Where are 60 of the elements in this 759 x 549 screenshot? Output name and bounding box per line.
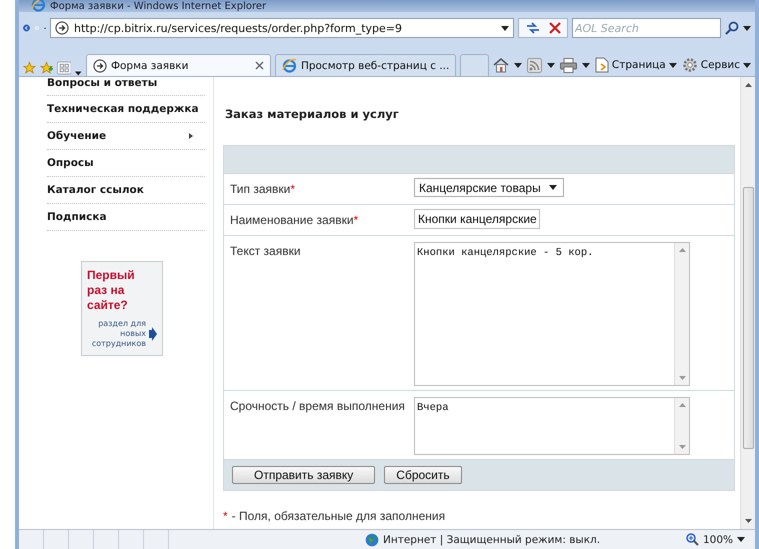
page-menu-icon: [594, 57, 609, 73]
new-employee-banner[interactable]: Первый раз на сайте? раздел для новых сотрудников: [81, 261, 163, 356]
sidebar-item[interactable]: Каталог ссылок: [47, 177, 205, 204]
page-icon: [55, 21, 69, 35]
url-text: http://cp.bitrix.ru/services/requests/order.php?form_type=9: [74, 22, 403, 34]
arrow-icon: [149, 327, 157, 341]
home-icon[interactable]: [492, 57, 509, 73]
field-label: Текст заявки: [229, 243, 302, 260]
zoom-icon: [686, 533, 699, 546]
caret-icon[interactable]: [582, 62, 590, 68]
search-icon[interactable]: [725, 21, 739, 35]
ie-page-icon: [31, 0, 46, 12]
security-zone-text: Интернет | Защищенный режим: выкл.: [383, 534, 600, 546]
refresh-icon[interactable]: [525, 21, 541, 35]
dropdown-field[interactable]: Канцелярские товары: [414, 178, 564, 197]
banner-text: раздел для новых сотрудников: [90, 319, 146, 349]
address-field[interactable]: http://cp.bitrix.ru/services/requests/order.php?form_type=9: [50, 18, 514, 38]
settings-icon: [682, 57, 698, 73]
browser-tab[interactable]: Просмотр веб-страниц с ...: [274, 54, 456, 76]
footnote-text: - Поля, обязательные для заполнения: [232, 509, 446, 523]
caret-icon[interactable]: [668, 62, 677, 68]
window-title: Форма заявки - Windows Internet Explorer: [50, 1, 266, 12]
tools-menu[interactable]: Сервис: [682, 57, 751, 73]
caret-icon[interactable]: [514, 62, 522, 68]
field-label: Тип заявки*: [229, 181, 296, 198]
feed-icon[interactable]: [526, 58, 542, 72]
browser-tab[interactable]: Форма заявки: [86, 54, 271, 76]
close-tab-icon[interactable]: [254, 61, 264, 70]
printer-icon[interactable]: [560, 58, 577, 72]
scrollbar-thumb[interactable]: [742, 187, 754, 449]
favorites-star-icon[interactable]: [23, 60, 36, 76]
page-menu[interactable]: Страница: [594, 57, 677, 73]
caret-icon[interactable]: [546, 62, 555, 68]
banner-title: Первый раз на сайте?: [87, 268, 136, 313]
textarea-text: Вчера: [416, 401, 450, 416]
scroll-up-icon[interactable]: [744, 83, 752, 87]
caret-icon[interactable]: [743, 62, 751, 68]
reset-button[interactable]: Сбросить: [384, 466, 462, 484]
caret-icon[interactable]: [737, 537, 745, 542]
ie-page-icon: [282, 58, 297, 73]
form-heading: Заказ материалов и услуг: [224, 107, 400, 123]
globe-icon: [365, 532, 379, 546]
submit-button[interactable]: Отправить заявку: [232, 466, 376, 484]
caret-icon[interactable]: [743, 26, 751, 30]
required-mark: *: [223, 509, 228, 523]
textarea-text: Кнопки канцелярские - 5 кор.: [416, 246, 594, 261]
text-field[interactable]: Кнопки канцелярские: [414, 209, 540, 229]
sidebar-item[interactable]: Опросы: [47, 150, 205, 177]
sidebar-item[interactable]: Техническая поддержка: [47, 96, 205, 123]
field-label: Наименование заявки*: [229, 212, 360, 229]
sidebar-item[interactable]: Вопросы и ответы: [47, 77, 205, 96]
field-label: Срочность / время выполнения: [229, 398, 406, 415]
sidebar-item[interactable]: Подписка: [47, 204, 205, 231]
sidebar-item[interactable]: Обучение: [47, 123, 205, 150]
caret-icon[interactable]: [501, 26, 509, 30]
scroll-down-icon[interactable]: [744, 519, 752, 523]
caret-icon[interactable]: [549, 185, 557, 190]
zoom-control[interactable]: 100%: [676, 533, 755, 546]
stop-icon[interactable]: [549, 22, 561, 34]
page-icon: [92, 58, 107, 72]
